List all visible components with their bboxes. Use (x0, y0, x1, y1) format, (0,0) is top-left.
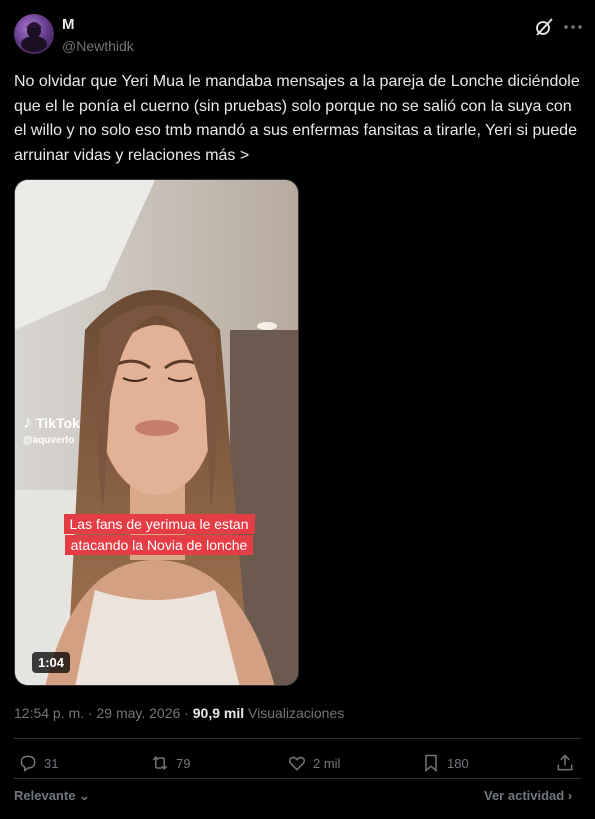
bookmark-icon (425, 754, 437, 773)
divider (14, 778, 581, 779)
divider (14, 738, 581, 739)
author-handle[interactable]: @Newthidk (62, 38, 134, 54)
author-name[interactable]: M (62, 16, 75, 33)
reply-icon (20, 755, 36, 772)
tiktok-username: @aquverlo (23, 435, 75, 446)
views-count: 90,9 mil (192, 705, 245, 721)
reply-count: 31 (44, 755, 59, 771)
views-label: Visualizaciones (248, 705, 345, 721)
tweet-date[interactable]: 29 may. 2026 (97, 705, 181, 721)
like-button[interactable]: 2 mil (287, 753, 340, 773)
avatar[interactable] (14, 14, 54, 54)
repost-icon (152, 756, 168, 770)
tweet-time[interactable]: 12:54 p. m. (14, 705, 84, 721)
repost-button[interactable]: 79 (150, 753, 190, 773)
sort-replies-button[interactable]: Relevante ⌄ (14, 788, 90, 804)
sort-label: Relevante (14, 788, 76, 803)
tiktok-brand: TikTok (36, 414, 80, 431)
share-button[interactable] (555, 753, 575, 773)
video-duration: 1:04 (32, 652, 71, 673)
view-activity-link[interactable]: Ver actividad › (484, 788, 572, 803)
reply-button[interactable]: 31 (18, 753, 58, 773)
video-thumbnail (15, 180, 298, 685)
repost-count: 79 (176, 755, 191, 771)
tiktok-watermark: ♪ TikTok (23, 412, 80, 433)
video-caption: Las fans de yerimua le estan atacando la… (54, 514, 264, 556)
video-player[interactable]: ♪ TikTok @aquverlo Las fans de yerimua l… (14, 179, 299, 686)
activity-label: Ver actividad (484, 788, 565, 803)
caption-line-1: Las fans de yerimua le estan (63, 514, 255, 534)
tweet-text: No olvidar que Yeri Mua le mandaba mensa… (14, 73, 580, 164)
chevron-down-icon: ⌄ (79, 788, 90, 803)
bookmark-button[interactable]: 180 (421, 753, 469, 773)
like-icon (288, 756, 306, 771)
share-icon (557, 754, 573, 771)
tweet-meta: 12:54 p. m. · 29 may. 2026 · 90,9 mil Vi… (14, 705, 344, 721)
caption-line-2: atacando la Novia de lonche (64, 535, 254, 555)
bookmark-count: 180 (447, 755, 469, 771)
chevron-right-icon: › (567, 788, 573, 803)
meta-separator: · (87, 705, 93, 721)
tiktok-note-icon: ♪ (23, 412, 32, 432)
meta-separator: · (184, 705, 189, 721)
grok-icon[interactable] (533, 16, 555, 38)
like-count: 2 mil (313, 755, 341, 771)
more-icon[interactable] (562, 16, 584, 38)
